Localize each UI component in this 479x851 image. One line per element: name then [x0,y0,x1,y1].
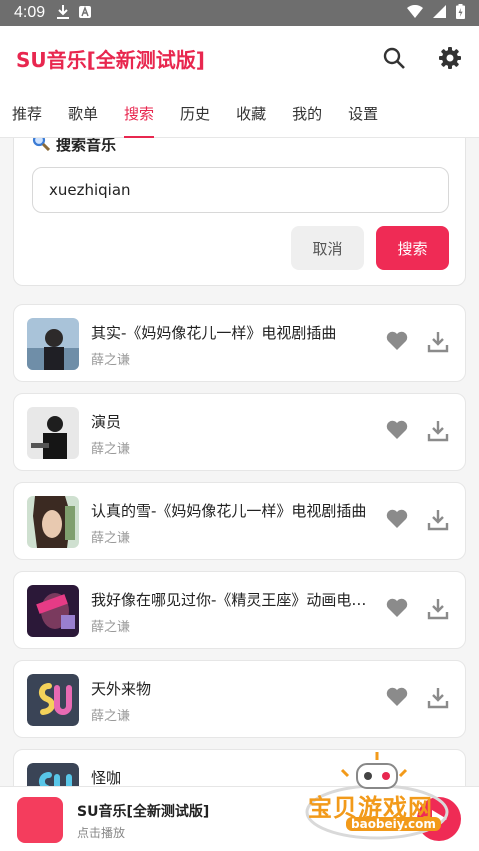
app-title: SU音乐[全新测试版] [16,47,205,72]
heart-icon[interactable] [386,509,408,533]
play-icon [432,810,447,828]
player-cover [17,797,63,843]
tab-recommend[interactable]: 推荐 [12,90,42,138]
song-cover [27,407,79,459]
song-cover [27,496,79,548]
song-artist: 薛之谦 [91,442,131,457]
tab-settings[interactable]: 设置 [348,90,378,138]
download-icon[interactable] [427,509,449,535]
app-notification-icon [79,5,92,21]
download-icon[interactable] [427,687,449,713]
heart-icon[interactable] [386,598,408,622]
song-title: 我好像在哪见过你-《精灵王座》动画电影主题曲 [91,591,381,609]
song-item[interactable]: 我好像在哪见过你-《精灵王座》动画电影主题曲 薛之谦 [13,571,466,649]
search-card: 搜索音乐 取消 搜索 [13,118,466,286]
search-icon[interactable] [381,45,407,71]
song-artist: 薛之谦 [91,531,131,546]
status-bar: 4:09 [0,0,479,26]
download-icon[interactable] [427,420,449,446]
download-notification-icon [57,4,70,22]
heart-icon[interactable] [386,420,408,444]
tab-favorites[interactable]: 收藏 [236,90,266,138]
song-artist: 薛之谦 [91,620,131,635]
mini-player[interactable]: SU音乐[全新测试版] 点击播放 [0,786,479,851]
song-item[interactable]: 认真的雪-《妈妈像花儿一样》电视剧插曲 薛之谦 [13,482,466,560]
player-title: SU音乐[全新测试版] [77,804,210,820]
tab-playlists[interactable]: 歌单 [68,90,98,138]
signal-icon [433,4,446,22]
player-subtitle: 点击播放 [77,826,126,840]
song-item[interactable]: 其实-《妈妈像花儿一样》电视剧插曲 薛之谦 [13,304,466,382]
song-artist: 薛之谦 [91,353,131,368]
app-bar: SU音乐[全新测试版] [0,26,479,90]
wifi-icon [407,4,423,22]
tab-mine[interactable]: 我的 [292,90,322,138]
song-list: 其实-《妈妈像花儿一样》电视剧插曲 薛之谦 演员 薛之谦 认真的雪-《妈妈像花儿… [13,304,466,838]
status-time: 4:09 [14,4,46,21]
heart-icon[interactable] [386,331,408,355]
song-title: 认真的雪-《妈妈像花儿一样》电视剧插曲 [91,502,367,520]
song-item[interactable]: 演员 薛之谦 [13,393,466,471]
song-artist: 薛之谦 [91,709,131,724]
gear-icon[interactable] [437,45,463,71]
tab-search[interactable]: 搜索 [124,90,155,138]
song-cover [27,585,79,637]
download-icon[interactable] [427,598,449,624]
play-button[interactable] [417,797,461,841]
search-button[interactable]: 搜索 [376,226,449,270]
song-title: 怪咖 [91,769,122,787]
heart-icon[interactable] [386,687,408,711]
tab-bar: 推荐 歌单 搜索 历史 收藏 我的 设置 [0,90,479,138]
song-title: 演员 [91,413,122,431]
search-input[interactable] [32,167,449,213]
tab-history[interactable]: 历史 [180,90,210,138]
song-cover [27,318,79,370]
song-item[interactable]: 天外来物 薛之谦 [13,660,466,738]
song-title: 天外来物 [91,680,152,698]
cancel-button[interactable]: 取消 [291,226,364,270]
download-icon[interactable] [427,331,449,357]
song-title: 其实-《妈妈像花儿一样》电视剧插曲 [91,324,337,342]
battery-icon [456,3,465,23]
song-cover [27,674,79,726]
